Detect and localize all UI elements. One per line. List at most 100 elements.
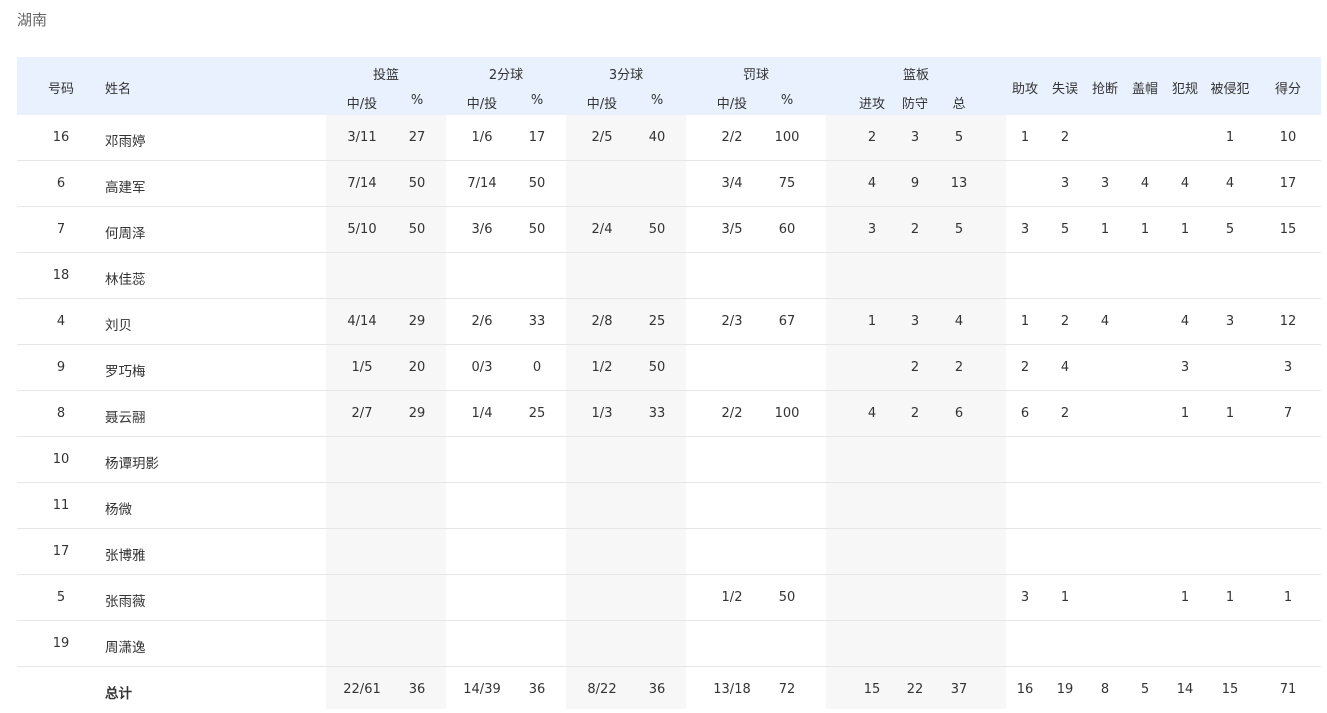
cell-ast: 1 bbox=[1020, 314, 1030, 329]
cell-reb: 5 bbox=[954, 222, 964, 237]
cell-reb: 37 bbox=[950, 682, 968, 697]
cell-threep: 36 bbox=[648, 682, 666, 697]
cell-ast: 2 bbox=[1020, 360, 1030, 375]
cell-twop: 50 bbox=[528, 222, 546, 237]
table-header bbox=[17, 57, 1321, 115]
table-row: 何周泽 7 5/10 50 3/6 50 2/4 50 3/5 60 3 2 5 3 5 1 1 1 5 15 bbox=[0, 207, 1327, 253]
header-three-pct: % bbox=[650, 93, 664, 108]
player-name: 杨谭玥影 bbox=[105, 456, 159, 472]
cell-twop: 36 bbox=[528, 682, 546, 697]
player-name: 刘贝 bbox=[105, 318, 132, 334]
cell-dreb: 3 bbox=[910, 130, 920, 145]
header-blk: 盖帽 bbox=[1131, 82, 1159, 97]
cell-reb: 4 bbox=[954, 314, 964, 329]
cell-twop: 33 bbox=[528, 314, 546, 329]
table-row: 张博雅 17 bbox=[0, 529, 1327, 575]
cell-three: 1/2 bbox=[591, 360, 613, 375]
cell-reb: 2 bbox=[954, 360, 964, 375]
cell-num: 4 bbox=[56, 314, 66, 329]
cell-twop: 50 bbox=[528, 176, 546, 191]
cell-pf: 4 bbox=[1180, 176, 1190, 191]
header-fd: 被侵犯 bbox=[1210, 82, 1250, 97]
header-ft: 罚球 bbox=[742, 68, 770, 83]
cell-threep: 50 bbox=[648, 222, 666, 237]
table-row: 杨微 11 bbox=[0, 483, 1327, 529]
cell-fg: 7/14 bbox=[347, 176, 377, 191]
cell-two: 3/6 bbox=[471, 222, 493, 237]
cell-to: 1 bbox=[1060, 590, 1070, 605]
cell-threep: 25 bbox=[648, 314, 666, 329]
table-row: 罗巧梅 9 1/5 20 0/3 0 1/2 50 2 2 2 4 3 3 bbox=[0, 345, 1327, 391]
header-ft-pct: % bbox=[780, 93, 794, 108]
cell-dreb: 9 bbox=[910, 176, 920, 191]
cell-reb: 6 bbox=[954, 406, 964, 421]
cell-to: 3 bbox=[1060, 176, 1070, 191]
cell-fd: 1 bbox=[1225, 130, 1235, 145]
cell-blk: 5 bbox=[1140, 682, 1150, 697]
cell-oreb: 2 bbox=[867, 130, 877, 145]
header-reb: 篮板 bbox=[902, 68, 930, 83]
cell-threep: 40 bbox=[648, 130, 666, 145]
cell-two: 7/14 bbox=[467, 176, 497, 191]
cell-oreb: 15 bbox=[863, 682, 881, 697]
header-number: 号码 bbox=[47, 82, 75, 97]
cell-to: 19 bbox=[1056, 682, 1074, 697]
table-row: 邓雨婷 16 3/11 27 1/6 17 2/5 40 2/2 100 2 3 5 1 2 1 10 bbox=[0, 115, 1327, 161]
cell-num: 11 bbox=[52, 498, 70, 513]
cell-ast: 6 bbox=[1020, 406, 1030, 421]
cell-fd: 1 bbox=[1225, 590, 1235, 605]
cell-num: 6 bbox=[56, 176, 66, 191]
table-row: 张雨薇 5 1/2 50 3 1 1 1 1 bbox=[0, 575, 1327, 621]
cell-ast: 16 bbox=[1016, 682, 1034, 697]
cell-fgp: 27 bbox=[408, 130, 426, 145]
cell-fgp: 50 bbox=[408, 176, 426, 191]
cell-num: 16 bbox=[52, 130, 70, 145]
total-row: 总计 22/61 36 14/39 36 8/22 36 13/18 72 15 22 37 16 19 8… bbox=[0, 667, 1327, 713]
player-name: 杨微 bbox=[105, 502, 132, 518]
cell-to: 4 bbox=[1060, 360, 1070, 375]
header-reb-tot: 总 bbox=[952, 97, 966, 112]
cell-pts: 15 bbox=[1279, 222, 1297, 237]
cell-pts: 1 bbox=[1283, 590, 1293, 605]
cell-two: 14/39 bbox=[463, 682, 501, 697]
cell-to: 5 bbox=[1060, 222, 1070, 237]
cell-stl: 3 bbox=[1100, 176, 1110, 191]
cell-ast: 1 bbox=[1020, 130, 1030, 145]
header-ft-made-att: 中/投 bbox=[716, 97, 748, 112]
cell-ftp: 100 bbox=[774, 406, 800, 421]
cell-three: 2/4 bbox=[591, 222, 613, 237]
cell-fd: 1 bbox=[1225, 406, 1235, 421]
cell-three: 2/8 bbox=[591, 314, 613, 329]
cell-threep: 50 bbox=[648, 360, 666, 375]
cell-dreb: 22 bbox=[906, 682, 924, 697]
cell-dreb: 2 bbox=[910, 406, 920, 421]
cell-blk: 1 bbox=[1140, 222, 1150, 237]
cell-ft: 2/2 bbox=[721, 130, 743, 145]
cell-ftp: 60 bbox=[778, 222, 796, 237]
cell-three: 2/5 bbox=[591, 130, 613, 145]
cell-fd: 15 bbox=[1221, 682, 1239, 697]
cell-two: 1/4 bbox=[471, 406, 493, 421]
cell-fd: 5 bbox=[1225, 222, 1235, 237]
cell-twop: 25 bbox=[528, 406, 546, 421]
player-name: 张博雅 bbox=[105, 548, 146, 564]
cell-ft: 13/18 bbox=[713, 682, 751, 697]
header-two: 2分球 bbox=[488, 68, 524, 83]
header-stl: 抢断 bbox=[1091, 82, 1119, 97]
header-to: 失误 bbox=[1051, 82, 1079, 97]
cell-two: 1/6 bbox=[471, 130, 493, 145]
header-reb-off: 进攻 bbox=[858, 97, 886, 112]
cell-ft: 2/3 bbox=[721, 314, 743, 329]
cell-pf: 14 bbox=[1176, 682, 1194, 697]
cell-pf: 4 bbox=[1180, 314, 1190, 329]
cell-to: 2 bbox=[1060, 130, 1070, 145]
cell-fg: 2/7 bbox=[351, 406, 373, 421]
player-name: 何周泽 bbox=[105, 226, 146, 242]
cell-three: 8/22 bbox=[587, 682, 617, 697]
cell-two: 2/6 bbox=[471, 314, 493, 329]
cell-fgp: 29 bbox=[408, 314, 426, 329]
cell-num: 5 bbox=[56, 590, 66, 605]
player-name: 聂云翮 bbox=[105, 410, 146, 426]
cell-pts: 10 bbox=[1279, 130, 1297, 145]
cell-fgp: 29 bbox=[408, 406, 426, 421]
